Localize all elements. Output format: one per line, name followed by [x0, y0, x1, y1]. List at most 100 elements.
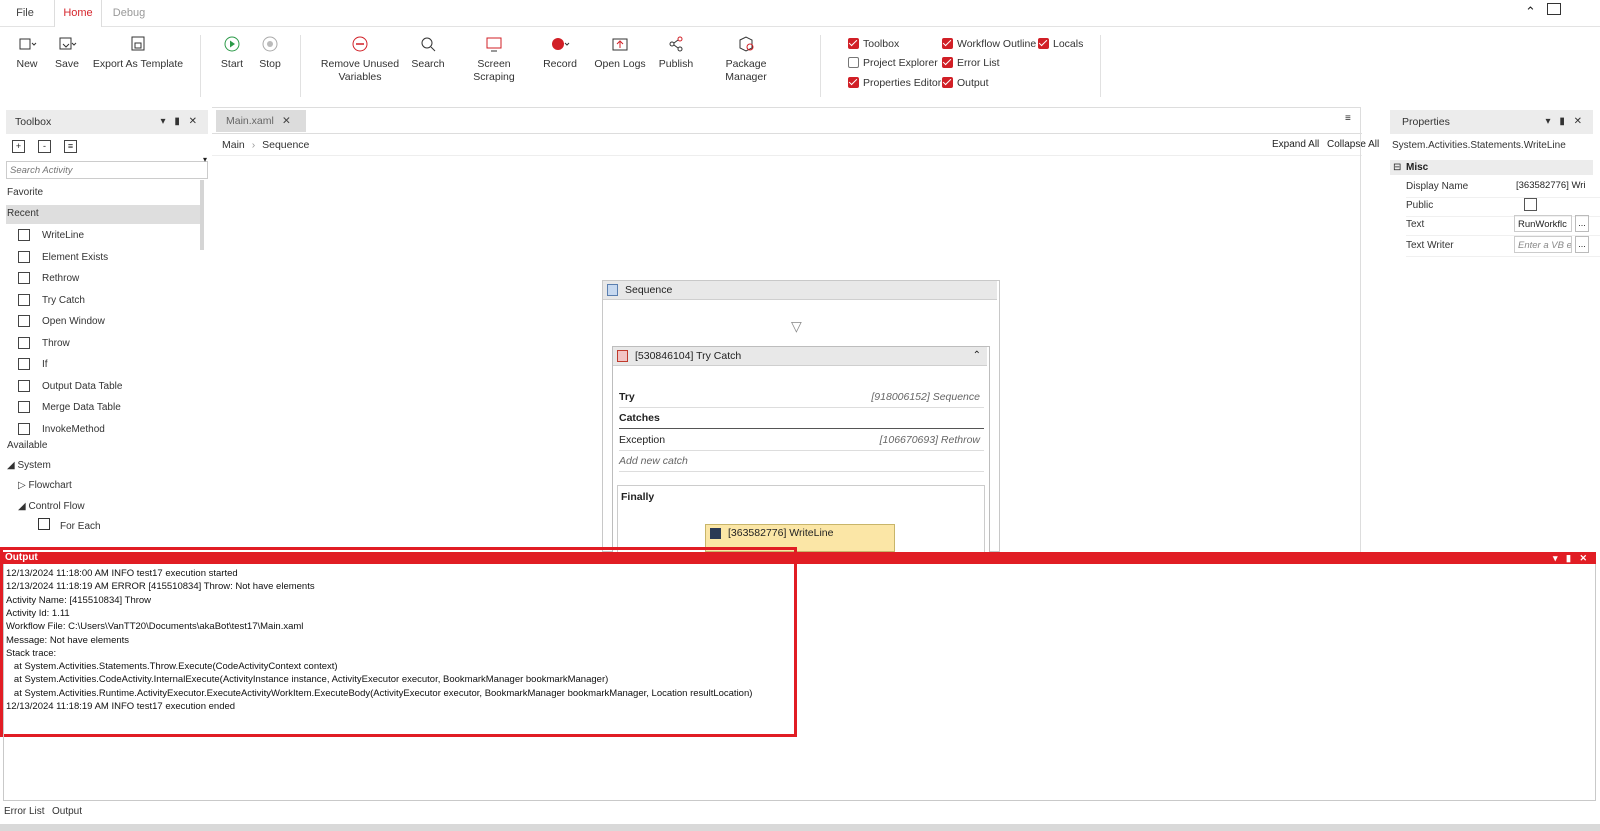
- toggle-locals-label: Locals: [1053, 38, 1084, 50]
- start-button[interactable]: Start: [217, 35, 247, 71]
- display-name-value[interactable]: [363582776] Wri: [1516, 180, 1594, 191]
- breadcrumb-sequence[interactable]: Sequence: [262, 139, 309, 151]
- stop-button[interactable]: Stop: [255, 35, 285, 71]
- exception-row[interactable]: Exception [106670693] Rethrow: [619, 430, 984, 451]
- toolbox-scrollbar[interactable]: [200, 180, 204, 250]
- exception-label: Exception: [619, 434, 666, 446]
- record-icon: [552, 38, 570, 50]
- stop-icon: [262, 36, 278, 52]
- recent-section[interactable]: Recent: [7, 204, 39, 224]
- panel-controls[interactable]: ▾ ▮ ✕: [1553, 552, 1590, 564]
- drop-arrow-icon[interactable]: ▽: [791, 318, 802, 335]
- recent-item-label: Merge Data Table: [42, 402, 121, 413]
- panel-controls[interactable]: ▾ ▮ ✕: [161, 110, 200, 134]
- recent-item-label: Element Exists: [42, 251, 109, 263]
- ribbon: New Save Export As Template Start Stop R…: [0, 27, 1600, 103]
- list-view-icon[interactable]: ≡: [64, 140, 77, 153]
- screen-scraping-icon: [486, 37, 502, 52]
- search-activity-input[interactable]: [6, 161, 208, 179]
- remove-unused-variables-button[interactable]: Remove Unused Variables: [318, 35, 402, 84]
- toolbox-header: Toolbox ▾ ▮ ✕: [6, 110, 208, 134]
- recent-item-label: Open Window: [42, 316, 105, 327]
- available-section[interactable]: Available: [7, 436, 47, 456]
- tree-control-flow[interactable]: ◢ Control Flow: [18, 497, 85, 517]
- try-label: Try: [619, 391, 635, 403]
- catches-row: Catches: [619, 408, 984, 429]
- toggle-properties-editor[interactable]: Properties Editor: [848, 76, 941, 90]
- misc-category[interactable]: ⊟ Misc: [1390, 160, 1593, 175]
- finally-label: Finally: [621, 491, 655, 503]
- tree-for-each[interactable]: For Each: [38, 517, 101, 537]
- collapse-category-icon[interactable]: ⊟: [1393, 160, 1401, 175]
- try-row[interactable]: Try [918006152] Sequence: [619, 387, 984, 408]
- stop-label: Stop: [259, 58, 281, 70]
- writeline-title: [363582776] WriteLine: [728, 527, 834, 539]
- search-button[interactable]: Search: [410, 35, 446, 71]
- public-checkbox[interactable]: [1524, 198, 1537, 211]
- try-value: [918006152] Sequence: [871, 391, 980, 403]
- screen-scraping-button[interactable]: Screen Scraping: [456, 35, 532, 84]
- record-button[interactable]: Record: [540, 35, 580, 71]
- toggle-locals[interactable]: Locals: [1038, 37, 1083, 51]
- toggle-workflow-outline[interactable]: Workflow Outline: [942, 37, 1036, 51]
- breadcrumb-main[interactable]: Main: [222, 139, 245, 151]
- remove-icon: [352, 36, 368, 52]
- menu-debug[interactable]: Debug: [106, 0, 152, 26]
- text-ellipsis-button[interactable]: ...: [1575, 215, 1589, 232]
- tree-flowchart-label: Flowchart: [28, 480, 72, 491]
- menu-file[interactable]: File: [8, 0, 42, 26]
- collapse-ribbon-icon[interactable]: ⌃: [1525, 4, 1536, 20]
- tab-error-list[interactable]: Error List: [4, 806, 45, 817]
- toggle-error-list[interactable]: Error List: [942, 56, 1000, 70]
- catches-label: Catches: [619, 412, 660, 424]
- activity-icon: [18, 315, 30, 327]
- chat-icon[interactable]: [1547, 3, 1561, 15]
- scroll-down-icon[interactable]: ▾: [203, 155, 207, 164]
- panel-controls[interactable]: ▾ ▮ ✕: [1546, 110, 1585, 134]
- tab-list-icon[interactable]: ≡: [1345, 113, 1351, 124]
- search-icon: [421, 37, 436, 52]
- breadcrumb-separator-icon: ›: [251, 139, 256, 151]
- expand-all-link[interactable]: Expand All: [1272, 139, 1319, 150]
- add-new-catch[interactable]: Add new catch: [619, 451, 984, 472]
- tab-output[interactable]: Output: [52, 806, 82, 817]
- toggle-project-explorer[interactable]: Project Explorer: [848, 56, 938, 70]
- recent-item-label: If: [42, 359, 48, 370]
- collapse-all-icon[interactable]: -: [38, 140, 51, 153]
- checkbox-icon: [848, 57, 859, 68]
- text-value-input[interactable]: RunWorkflc: [1514, 215, 1572, 232]
- collapse-activity-icon[interactable]: ⌃: [973, 347, 981, 365]
- toggle-output[interactable]: Output: [942, 76, 989, 90]
- save-button[interactable]: Save: [52, 35, 82, 71]
- export-template-button[interactable]: Export As Template: [92, 35, 184, 71]
- text-writer-input[interactable]: Enter a VB e: [1514, 236, 1572, 253]
- designer-tab-border: [212, 133, 1362, 134]
- status-bar: [0, 824, 1600, 831]
- tree-system[interactable]: ◢ System: [7, 456, 51, 476]
- export-label: Export As Template: [92, 58, 184, 70]
- close-tab-icon[interactable]: ✕: [282, 110, 291, 132]
- tree-flowchart[interactable]: ▷ Flowchart: [18, 476, 72, 496]
- ribbon-separator: [820, 35, 821, 97]
- remove-unused-label-2: Variables: [338, 71, 382, 83]
- new-button[interactable]: New: [12, 35, 42, 71]
- start-label: Start: [220, 58, 244, 70]
- try-catch-icon: [617, 350, 628, 362]
- open-logs-button[interactable]: Open Logs: [592, 35, 648, 71]
- writeline-icon: [710, 528, 721, 539]
- publish-button[interactable]: Publish: [656, 35, 696, 71]
- checkbox-icon: [1038, 38, 1049, 49]
- tab-main-xaml[interactable]: Main.xaml ✕: [216, 110, 306, 132]
- toggle-toolbox[interactable]: Toolbox: [848, 37, 899, 51]
- export-icon: [131, 36, 145, 51]
- new-file-icon: [19, 38, 37, 50]
- properties-title: Properties: [1402, 116, 1450, 128]
- favorite-section[interactable]: Favorite: [7, 183, 43, 203]
- text-writer-ellipsis-button[interactable]: ...: [1575, 236, 1589, 253]
- expand-all-icon[interactable]: +: [12, 140, 25, 153]
- remove-unused-label-1: Remove Unused: [320, 58, 400, 70]
- toolbox-toolbar: + - ≡: [12, 140, 82, 156]
- collapse-all-link[interactable]: Collapse All: [1327, 139, 1379, 150]
- package-manager-button[interactable]: Package Manager: [704, 35, 788, 84]
- menu-home[interactable]: Home: [54, 0, 102, 27]
